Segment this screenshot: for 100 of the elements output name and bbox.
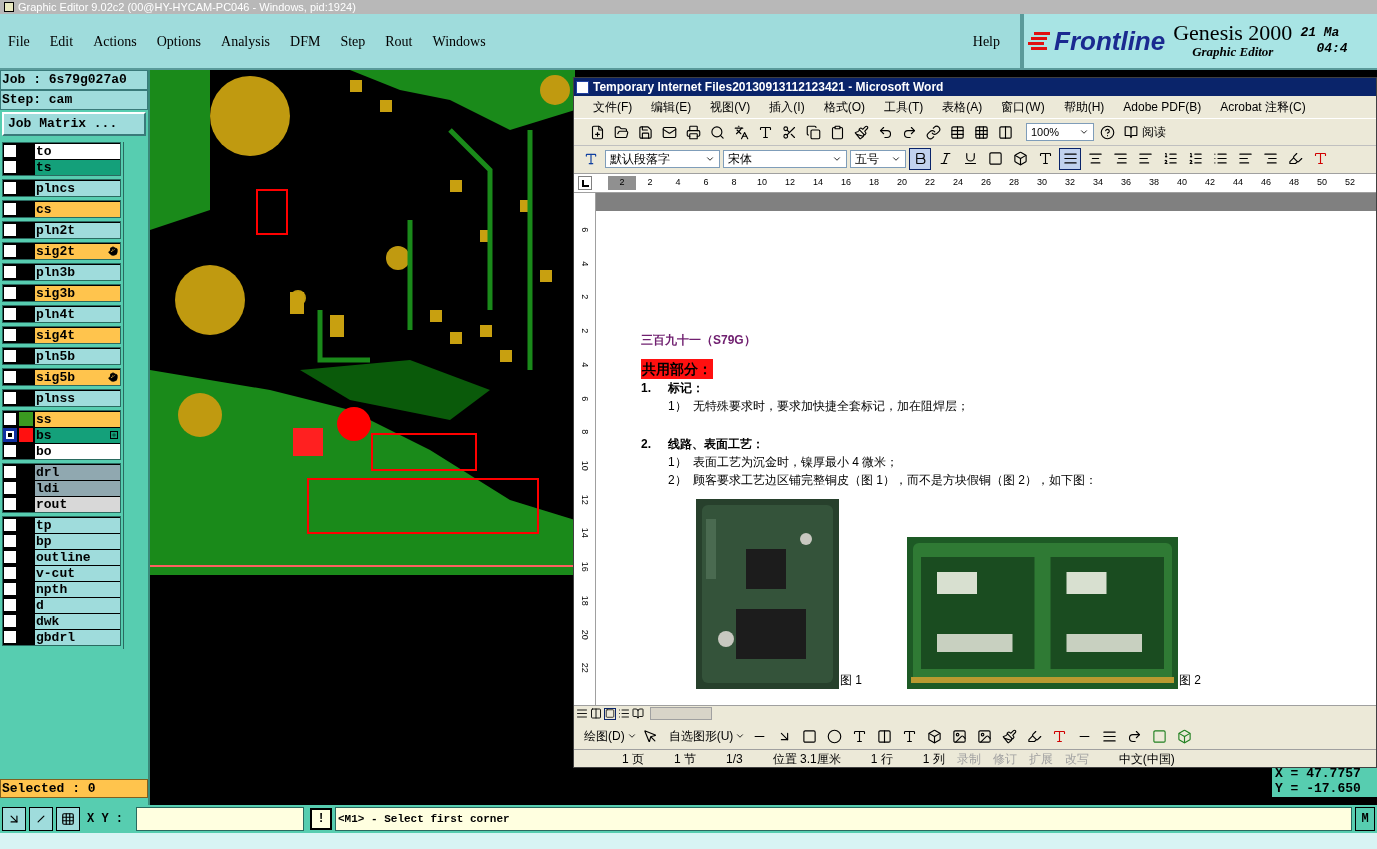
layer-checkbox[interactable] <box>3 328 17 342</box>
layer-checkbox[interactable] <box>3 144 17 158</box>
menu-item[interactable]: Options <box>156 30 202 52</box>
layer-name[interactable]: drl <box>35 464 120 480</box>
job-matrix-button[interactable]: Job Matrix ... <box>2 112 146 136</box>
menu-item[interactable]: 编辑(E) <box>651 98 692 116</box>
menu-item[interactable]: 窗口(W) <box>1001 98 1045 116</box>
reading-view-icon[interactable] <box>632 707 644 720</box>
menu-item[interactable]: Windows <box>432 30 486 52</box>
layer-name[interactable]: ts <box>35 159 120 175</box>
menu-item[interactable]: Rout <box>385 30 413 52</box>
layer-name[interactable]: sig5b <box>35 369 120 385</box>
layer-name[interactable]: ldi <box>35 480 120 496</box>
layer-name[interactable]: gbdrl <box>35 629 120 645</box>
draw-menu[interactable]: 绘图(D) <box>584 727 637 745</box>
layer-name[interactable]: v-cut <box>35 565 120 581</box>
print-view-icon[interactable] <box>604 707 616 720</box>
time-text: 04:4 <box>1315 41 1348 58</box>
menu-item[interactable]: Help <box>972 30 1000 52</box>
tab-selector[interactable] <box>578 176 592 190</box>
layer-checkbox[interactable] <box>3 160 17 174</box>
bold-icon[interactable] <box>909 147 931 170</box>
layer-checkbox[interactable] <box>3 202 17 216</box>
menu-item[interactable]: Analysis <box>221 30 271 52</box>
layer-name[interactable]: sig2t <box>35 243 120 259</box>
layer-checkbox[interactable] <box>3 265 17 279</box>
menu-item[interactable]: 工具(T) <box>884 98 924 116</box>
layer-checkbox[interactable] <box>3 630 17 644</box>
menu-item[interactable]: 格式(O) <box>823 98 865 116</box>
mouse-button[interactable]: M <box>1355 807 1375 831</box>
layer-name[interactable]: bo <box>35 443 120 459</box>
layer-name[interactable]: sig3b <box>35 285 120 301</box>
layer-name[interactable]: cs <box>35 201 120 217</box>
alert-button[interactable]: ! <box>310 808 332 830</box>
layer-name[interactable]: bp <box>35 533 120 549</box>
horizontal-scrollbar[interactable] <box>574 705 1376 721</box>
layer-checkbox[interactable] <box>3 244 17 258</box>
layer-name[interactable]: pln3b <box>35 264 120 280</box>
menu-item[interactable]: 帮助(H) <box>1063 98 1105 116</box>
layer-checkbox[interactable] <box>3 481 17 495</box>
layer-name[interactable]: dwk <box>35 613 120 629</box>
ruler-label: 26 <box>980 176 992 190</box>
menu-item[interactable]: 插入(I) <box>769 98 805 116</box>
layer-checkbox[interactable] <box>3 518 17 532</box>
menu-item[interactable]: Step <box>340 30 366 52</box>
layer-name[interactable]: d <box>35 597 120 613</box>
layer-checkbox[interactable] <box>3 428 17 442</box>
menu-item[interactable]: Acrobat 注释(C) <box>1220 98 1306 116</box>
layer-name[interactable]: to <box>35 143 120 159</box>
layer-checkbox[interactable] <box>3 534 17 548</box>
menu-item[interactable]: 文件(F) <box>593 98 633 116</box>
menu-item[interactable]: 视图(V) <box>710 98 751 116</box>
normal-view-icon[interactable] <box>576 707 588 720</box>
layer-checkbox[interactable] <box>3 307 17 321</box>
xy-input-field[interactable] <box>136 807 304 831</box>
font-dropdown[interactable]: 宋体 <box>723 149 847 168</box>
layer-checkbox[interactable] <box>3 582 17 596</box>
menu-item[interactable]: File <box>8 30 30 52</box>
menu-item[interactable]: Adobe PDF(B) <box>1123 98 1202 116</box>
autoshapes-menu[interactable]: 自选图形(U) <box>668 727 746 745</box>
layer-checkbox[interactable] <box>3 497 17 511</box>
zoom-dropdown[interactable]: 100% <box>1026 123 1094 141</box>
layer-checkbox[interactable] <box>3 444 17 458</box>
layer-checkbox[interactable] <box>3 223 17 237</box>
style-dropdown[interactable]: 默认段落字 <box>605 149 720 168</box>
scroll-thumb[interactable] <box>650 707 712 720</box>
menu-item[interactable]: DFM <box>290 30 321 52</box>
layer-name[interactable]: npth <box>35 581 120 597</box>
layer-name[interactable]: tp <box>35 517 120 533</box>
layer-checkbox[interactable] <box>3 181 17 195</box>
layer-name[interactable]: ss <box>35 411 120 427</box>
layer-checkbox[interactable] <box>3 566 17 580</box>
menu-item[interactable]: 表格(A) <box>942 98 983 116</box>
ruler-label: 18 <box>868 176 880 190</box>
layer-name[interactable]: pln4t <box>35 306 120 322</box>
status-item: 修订 <box>992 750 1017 768</box>
layer-checkbox[interactable] <box>3 286 17 300</box>
layer-checkbox[interactable] <box>3 391 17 405</box>
layer-checkbox[interactable] <box>3 598 17 612</box>
font-size-dropdown[interactable]: 五号 <box>850 149 906 168</box>
layer-name[interactable]: outline <box>35 549 120 565</box>
layer-checkbox[interactable] <box>3 550 17 564</box>
menu-item[interactable]: Edit <box>49 30 74 52</box>
layer-checkbox[interactable] <box>3 349 17 363</box>
layer-name[interactable]: pln2t <box>35 222 120 238</box>
layer-name[interactable]: sig4t <box>35 327 120 343</box>
layer-checkbox[interactable] <box>3 614 17 628</box>
layer-checkbox[interactable] <box>3 465 17 479</box>
layer-name[interactable]: pln5b <box>35 348 120 364</box>
layer-name[interactable]: plnss <box>35 390 120 406</box>
layer-name[interactable]: plncs <box>35 180 120 196</box>
app-icon <box>4 2 14 12</box>
layer-checkbox[interactable] <box>3 412 17 426</box>
layer-name[interactable]: bs <box>35 427 120 443</box>
layer-checkbox[interactable] <box>3 370 17 384</box>
layer-name[interactable]: rout <box>35 496 120 512</box>
justify-icon[interactable] <box>1059 147 1081 170</box>
grid-icon[interactable] <box>56 807 80 831</box>
menu-item[interactable]: Actions <box>93 30 137 52</box>
read-button[interactable]: 阅读 <box>1124 123 1166 141</box>
